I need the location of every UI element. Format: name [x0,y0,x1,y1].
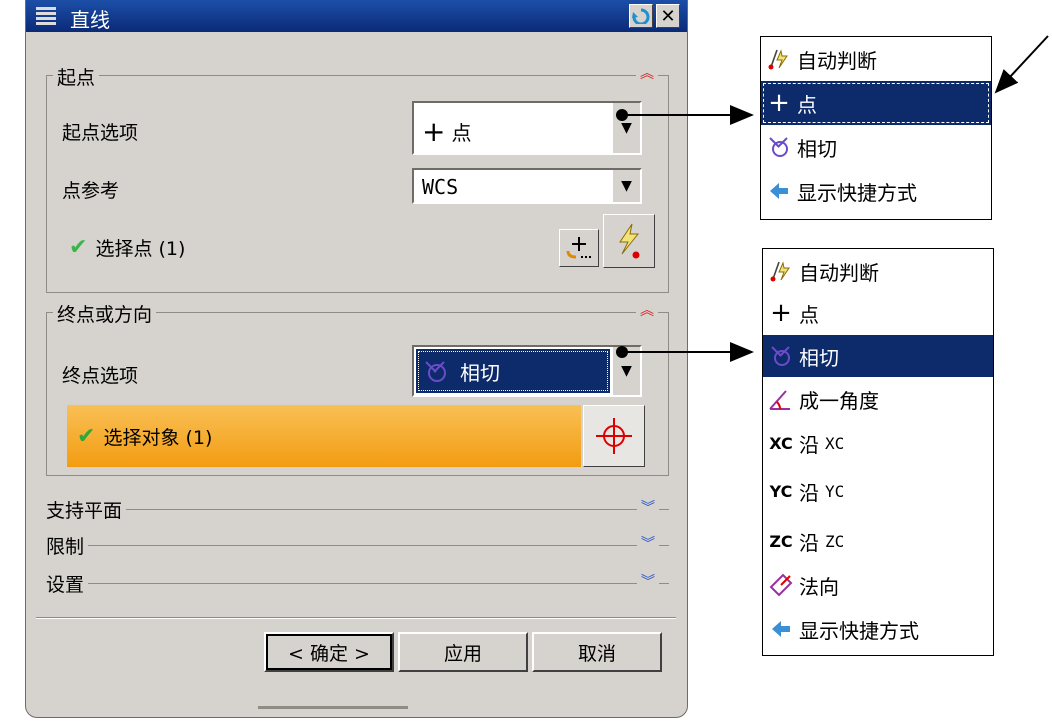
apply-button[interactable]: 应用 [398,632,528,672]
point-icon: + [422,115,446,148]
resize-grip[interactable] [258,706,408,709]
arrow-left-icon [770,183,788,199]
collapse-icon[interactable]: ︽ [636,304,658,318]
menu-item-infer[interactable]: 自动判断 [761,39,991,79]
menu-item-tangent[interactable]: 相切 [761,127,991,167]
menu-item-point[interactable]: + 点 [763,293,993,333]
start-option-menu: 自动判断 + 点 相切 显示快捷方式 [760,36,992,220]
expand-icon[interactable]: ︾ [637,575,659,589]
menu-item-infer[interactable]: 自动判断 [763,251,993,291]
start-option-label: 起点选项 [62,122,139,144]
crosshair-icon [596,418,632,454]
select-object-label: 选择对象 (1) [103,426,213,449]
menu-item-point[interactable]: + 点 [761,81,991,125]
tangent-icon [769,137,788,157]
menu-icon[interactable] [36,7,56,26]
tangent-icon [771,346,790,366]
arrow-left-icon [772,621,790,637]
end-option-selected: 相切 [416,349,610,393]
check-icon: ✔ [77,423,96,449]
menu-item-angle[interactable]: 成一角度 [763,379,993,419]
start-option-combo[interactable]: + 点 ▼ [412,101,642,155]
end-option-menu: 自动判断 + 点 相切 成一角度 XC 沿 XC YC 沿 YC ZC 沿 ZC 法向… [762,248,994,656]
point-ref-combo[interactable]: WCS ▼ [412,168,642,204]
start-option-value: 点 [451,121,472,145]
start-group-title: 起点 [53,63,100,90]
support-plane-label: 支持平面 [46,496,127,523]
select-point-label: ✔ 选择点 (1) [69,235,186,260]
collapse-icon[interactable]: ︽ [636,67,658,81]
title-bar[interactable]: 直线 ✕ [26,0,687,32]
infer-icon [768,49,788,70]
infer-point-button[interactable] [603,214,655,268]
end-option-combo[interactable]: 相切 ▼ [412,345,642,397]
crosshair-button[interactable] [583,405,645,467]
yc-icon: YC [769,481,793,501]
dialog-title: 直线 [70,8,110,32]
menu-item-along-yc[interactable]: YC 沿 YC [763,471,993,511]
support-plane-group[interactable]: 支持平面 ︾ [46,496,669,523]
start-point-group: 起点 ︽ 起点选项 + 点 ▼ 点参考 WCS ▼ ✔ 选择点 (1) [46,63,669,293]
close-icon[interactable]: ✕ [656,4,680,28]
end-point-group: 终点或方向 ︽ 终点选项 相切 ▼ ✔ 选择对象 (1) [46,300,669,476]
point-ref-label: 点参考 [62,180,120,202]
menu-item-show-shortcuts[interactable]: 显示快捷方式 [761,171,991,211]
menu-item-along-xc[interactable]: XC 沿 XC [763,423,993,463]
point-constructor-icon [566,237,591,259]
limits-label: 限制 [46,532,89,559]
menu-item-show-shortcuts[interactable]: 显示快捷方式 [763,609,993,649]
chevron-down-icon[interactable]: ▼ [612,347,640,395]
normal-icon [769,573,793,597]
end-group-title: 终点或方向 [53,300,157,327]
angle-icon [769,390,790,410]
point-dialog-button[interactable] [559,229,599,267]
select-object-row[interactable]: ✔ 选择对象 (1) [67,405,581,467]
chevron-down-icon[interactable]: ▼ [612,170,640,202]
limits-group[interactable]: 限制 ︾ [46,532,669,559]
menu-item-tangent[interactable]: 相切 [763,335,993,377]
lightning-icon [619,223,640,259]
separator [36,617,676,619]
settings-label: 设置 [46,570,89,597]
point-icon: + [770,298,792,328]
zc-icon: ZC [769,531,793,551]
point-ref-value: WCS [422,175,459,199]
expand-icon[interactable]: ︾ [637,537,659,551]
ok-button[interactable]: < 确定 > [264,632,394,672]
xc-icon: XC [769,433,793,453]
menu-item-along-zc[interactable]: ZC 沿 ZC [763,521,993,561]
end-option-label: 终点选项 [62,365,139,387]
point-icon: + [768,88,790,118]
settings-group[interactable]: 设置 ︾ [46,570,669,597]
tangent-icon [425,361,446,382]
reset-icon[interactable] [629,4,653,28]
cancel-button[interactable]: 取消 [532,632,662,672]
menu-item-normal[interactable]: 法向 [763,565,993,605]
expand-icon[interactable]: ︾ [637,501,659,515]
chevron-down-icon[interactable]: ▼ [612,103,640,153]
check-icon: ✔ [69,235,88,260]
end-option-value: 相切 [460,360,500,385]
line-dialog: 直线 ✕ 起点 ︽ 起点选项 + 点 ▼ 点参考 WCS ▼ ✔ 选择点 (1) [25,0,688,718]
infer-icon [770,261,790,282]
